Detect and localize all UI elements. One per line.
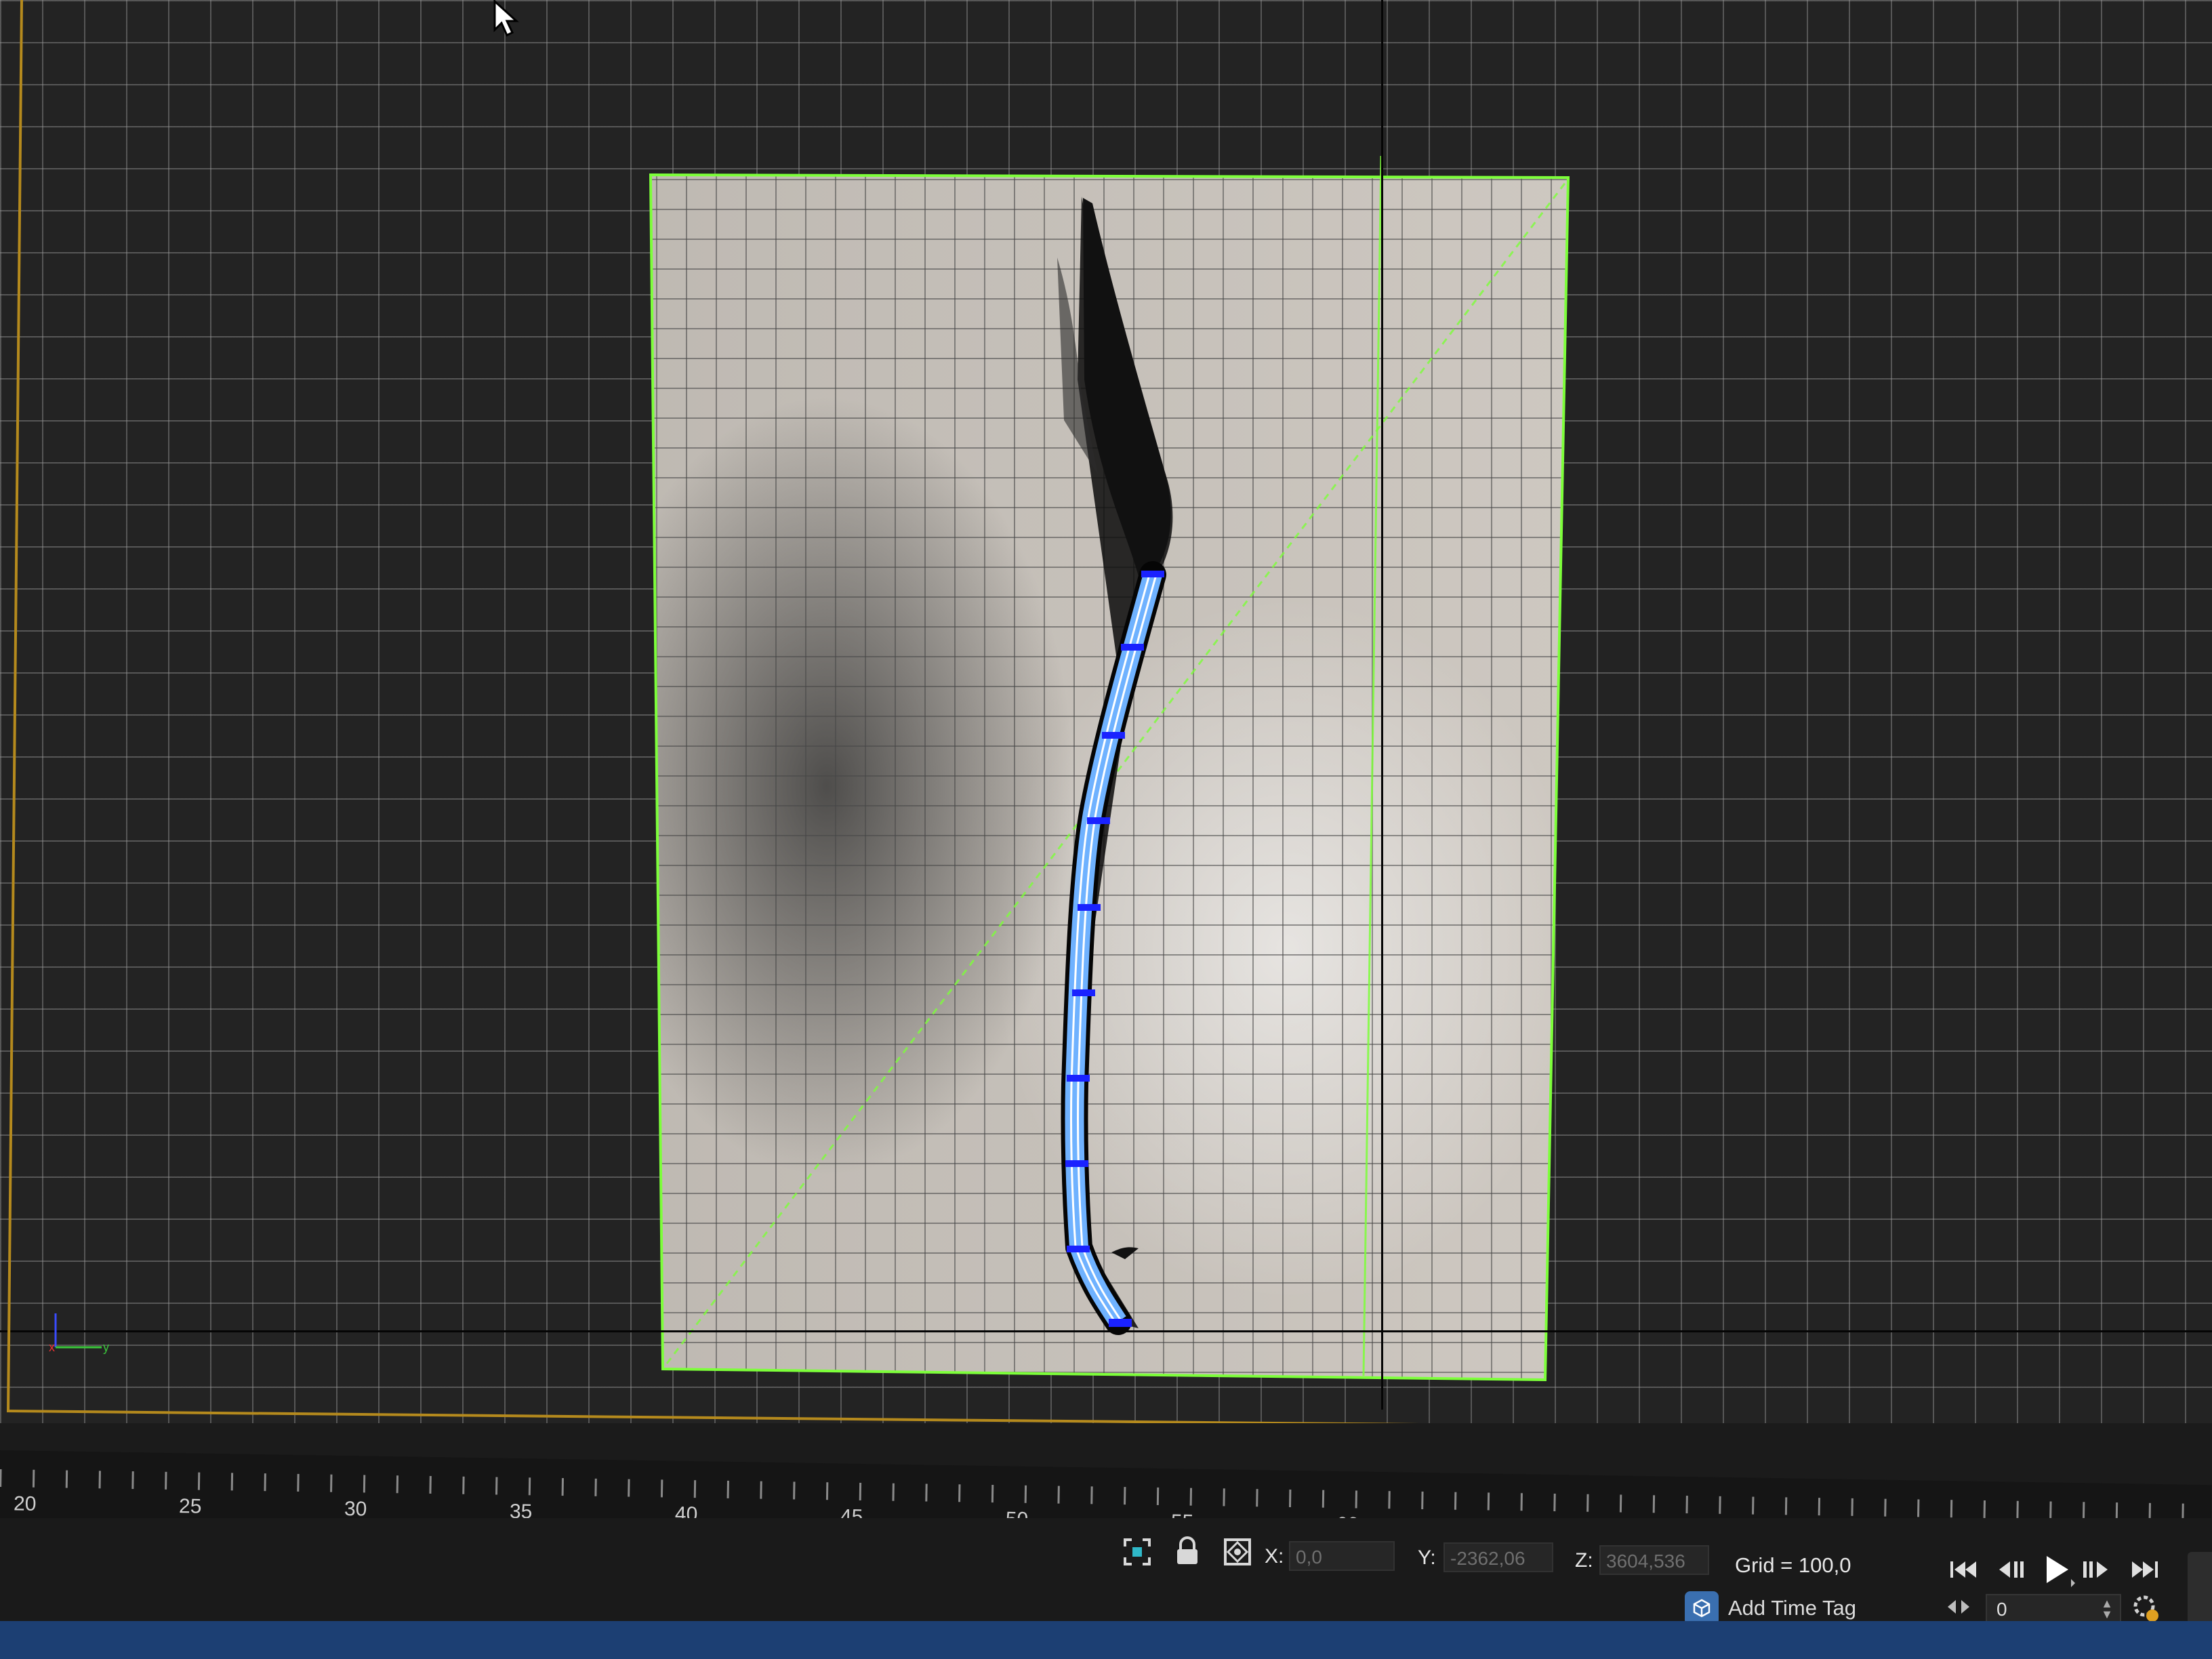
play-icon[interactable] [2040, 1552, 2075, 1587]
timeline-ticks [0, 1469, 2212, 1522]
axis-gizmo-x-label: x [49, 1340, 55, 1354]
x-coordinate-field[interactable]: 0,0 [1289, 1541, 1395, 1571]
axis-gizmo: x y [49, 1313, 109, 1354]
grid-size-readout: Grid = 100,0 [1735, 1553, 1851, 1577]
time-tag-icon [1685, 1591, 1719, 1625]
viewport-border [7, 0, 2212, 1423]
current-frame-field[interactable]: 0 ▲ ▼ [1986, 1594, 2121, 1622]
axis-gizmo-y-label: y [103, 1340, 109, 1354]
next-frame-icon[interactable] [2079, 1556, 2112, 1583]
spinner-arrows-icon[interactable]: ▲ ▼ [2101, 1597, 2113, 1620]
y-label: Y: [1418, 1547, 1436, 1569]
selection-frame-icon[interactable] [1122, 1537, 1152, 1567]
go-to-start-icon[interactable] [1948, 1556, 1980, 1583]
ruler-label: 20 [13, 1492, 37, 1515]
y-coordinate-field[interactable]: -2362,06 [1443, 1542, 1553, 1572]
add-time-tag-label: Add Time Tag [1728, 1596, 1856, 1620]
status-bar [0, 1518, 2212, 1635]
taskbar-strip [0, 1621, 2212, 1659]
z-label: Z: [1575, 1549, 1593, 1572]
lock-icon[interactable] [1174, 1536, 1201, 1567]
x-label: X: [1265, 1545, 1284, 1568]
go-to-end-icon[interactable] [2128, 1556, 2160, 1583]
arrow-cursor-icon [493, 0, 519, 37]
viewport[interactable]: x y [0, 0, 2212, 1423]
keyframe-settings-icon[interactable] [2132, 1594, 2162, 1624]
z-coordinate-field[interactable]: 3604,536 [1599, 1545, 1709, 1575]
current-frame-value: 0 [1996, 1599, 2007, 1620]
previous-frame-icon[interactable] [1995, 1556, 2028, 1583]
ruler-label: 25 [178, 1495, 202, 1518]
frame-step-arrows-icon[interactable] [1945, 1597, 1972, 1617]
snap-icon[interactable] [1223, 1537, 1252, 1567]
